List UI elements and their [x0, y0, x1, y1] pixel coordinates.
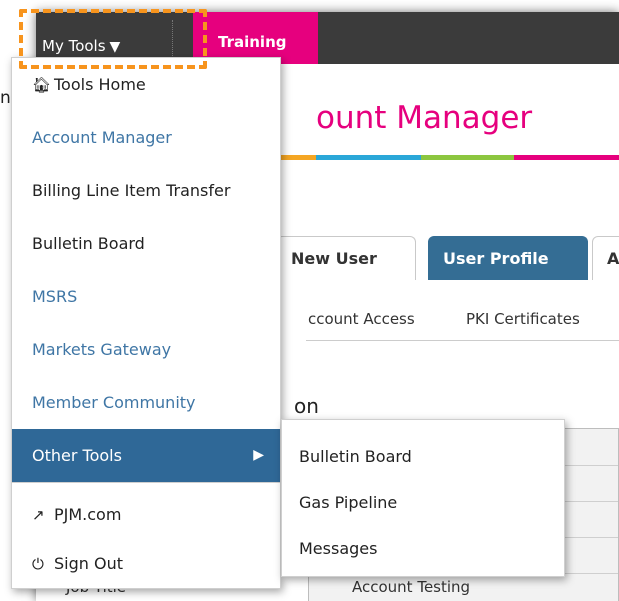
- other-tools-submenu: Bulletin Board Gas Pipeline Messages: [281, 419, 565, 577]
- external-link-icon: ↗: [32, 506, 45, 524]
- my-tools-dropdown: 🏠︎ Tools Home Account Manager Billing Lin…: [11, 57, 281, 589]
- screenshot-stage: ny My Tools▼ Training ount Manager New U…: [0, 0, 619, 601]
- page-title: ount Manager: [316, 100, 533, 136]
- submenu-item-messages[interactable]: Messages: [282, 522, 564, 575]
- menu-item-label: PJM.com: [54, 505, 122, 524]
- menu-item-member-community[interactable]: Member Community: [12, 376, 280, 429]
- menu-item-account-manager[interactable]: Account Manager: [12, 111, 280, 164]
- menu-item-other-tools[interactable]: Other Tools ▶: [12, 429, 280, 482]
- tab-user-profile[interactable]: User Profile: [428, 236, 588, 280]
- menu-item-label: Tools Home: [54, 75, 146, 94]
- subnav-divider: [306, 340, 619, 341]
- section-heading: on: [294, 394, 319, 418]
- subnav-pki-certificates[interactable]: PKI Certificates: [466, 310, 580, 328]
- menu-item-label: Sign Out: [54, 554, 123, 573]
- menu-item-markets-gateway[interactable]: Markets Gateway: [12, 323, 280, 376]
- menu-divider: [12, 482, 280, 483]
- caret-right-icon: ▶: [253, 447, 264, 463]
- menu-item-label: Other Tools: [32, 446, 122, 465]
- menu-item-msrs[interactable]: MSRS: [12, 270, 280, 323]
- tab-new-user[interactable]: New User: [276, 236, 416, 280]
- subnav-account-access[interactable]: ccount Access: [308, 310, 415, 328]
- menu-item-pjm[interactable]: ↗ PJM.com: [12, 488, 280, 541]
- power-icon: ⏻: [32, 555, 44, 573]
- tab-more[interactable]: A: [592, 236, 619, 280]
- highlight-box: [19, 9, 207, 69]
- menu-item-billing-line-item-transfer[interactable]: Billing Line Item Transfer: [12, 164, 280, 217]
- menu-item-sign-out[interactable]: ⏻ Sign Out: [12, 537, 280, 590]
- account-value: Account Testing: [352, 578, 471, 596]
- menu-item-bulletin-board[interactable]: Bulletin Board: [12, 217, 280, 270]
